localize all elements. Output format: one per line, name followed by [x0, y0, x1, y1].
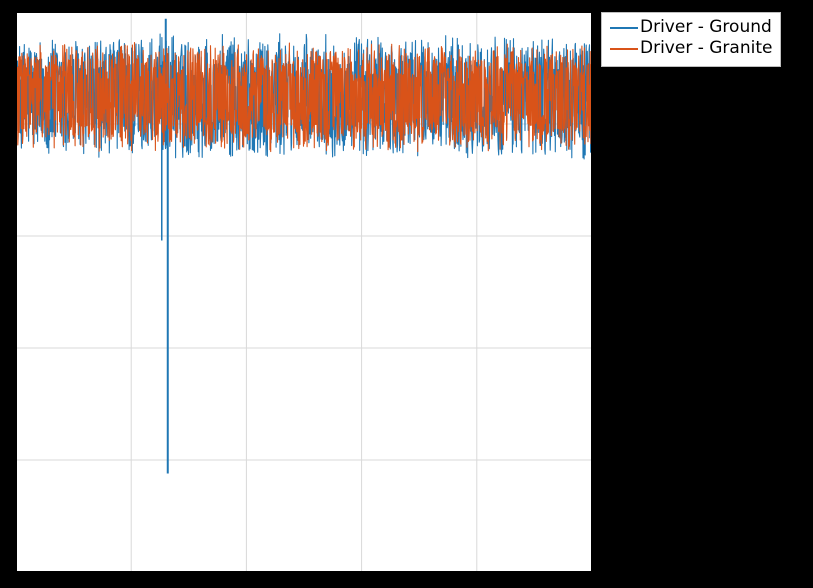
- legend-swatch-icon: [610, 27, 638, 29]
- legend-swatch-icon: [610, 48, 638, 50]
- legend-label: Driver - Granite: [640, 38, 772, 59]
- legend-item: Driver - Granite: [610, 38, 772, 59]
- legend-label: Driver - Ground: [640, 17, 772, 38]
- chart-stage: Driver - Ground Driver - Granite: [0, 0, 813, 588]
- legend-item: Driver - Ground: [610, 17, 772, 38]
- plot-svg: [16, 12, 592, 572]
- legend: Driver - Ground Driver - Granite: [601, 12, 781, 67]
- plot-area: [16, 12, 592, 572]
